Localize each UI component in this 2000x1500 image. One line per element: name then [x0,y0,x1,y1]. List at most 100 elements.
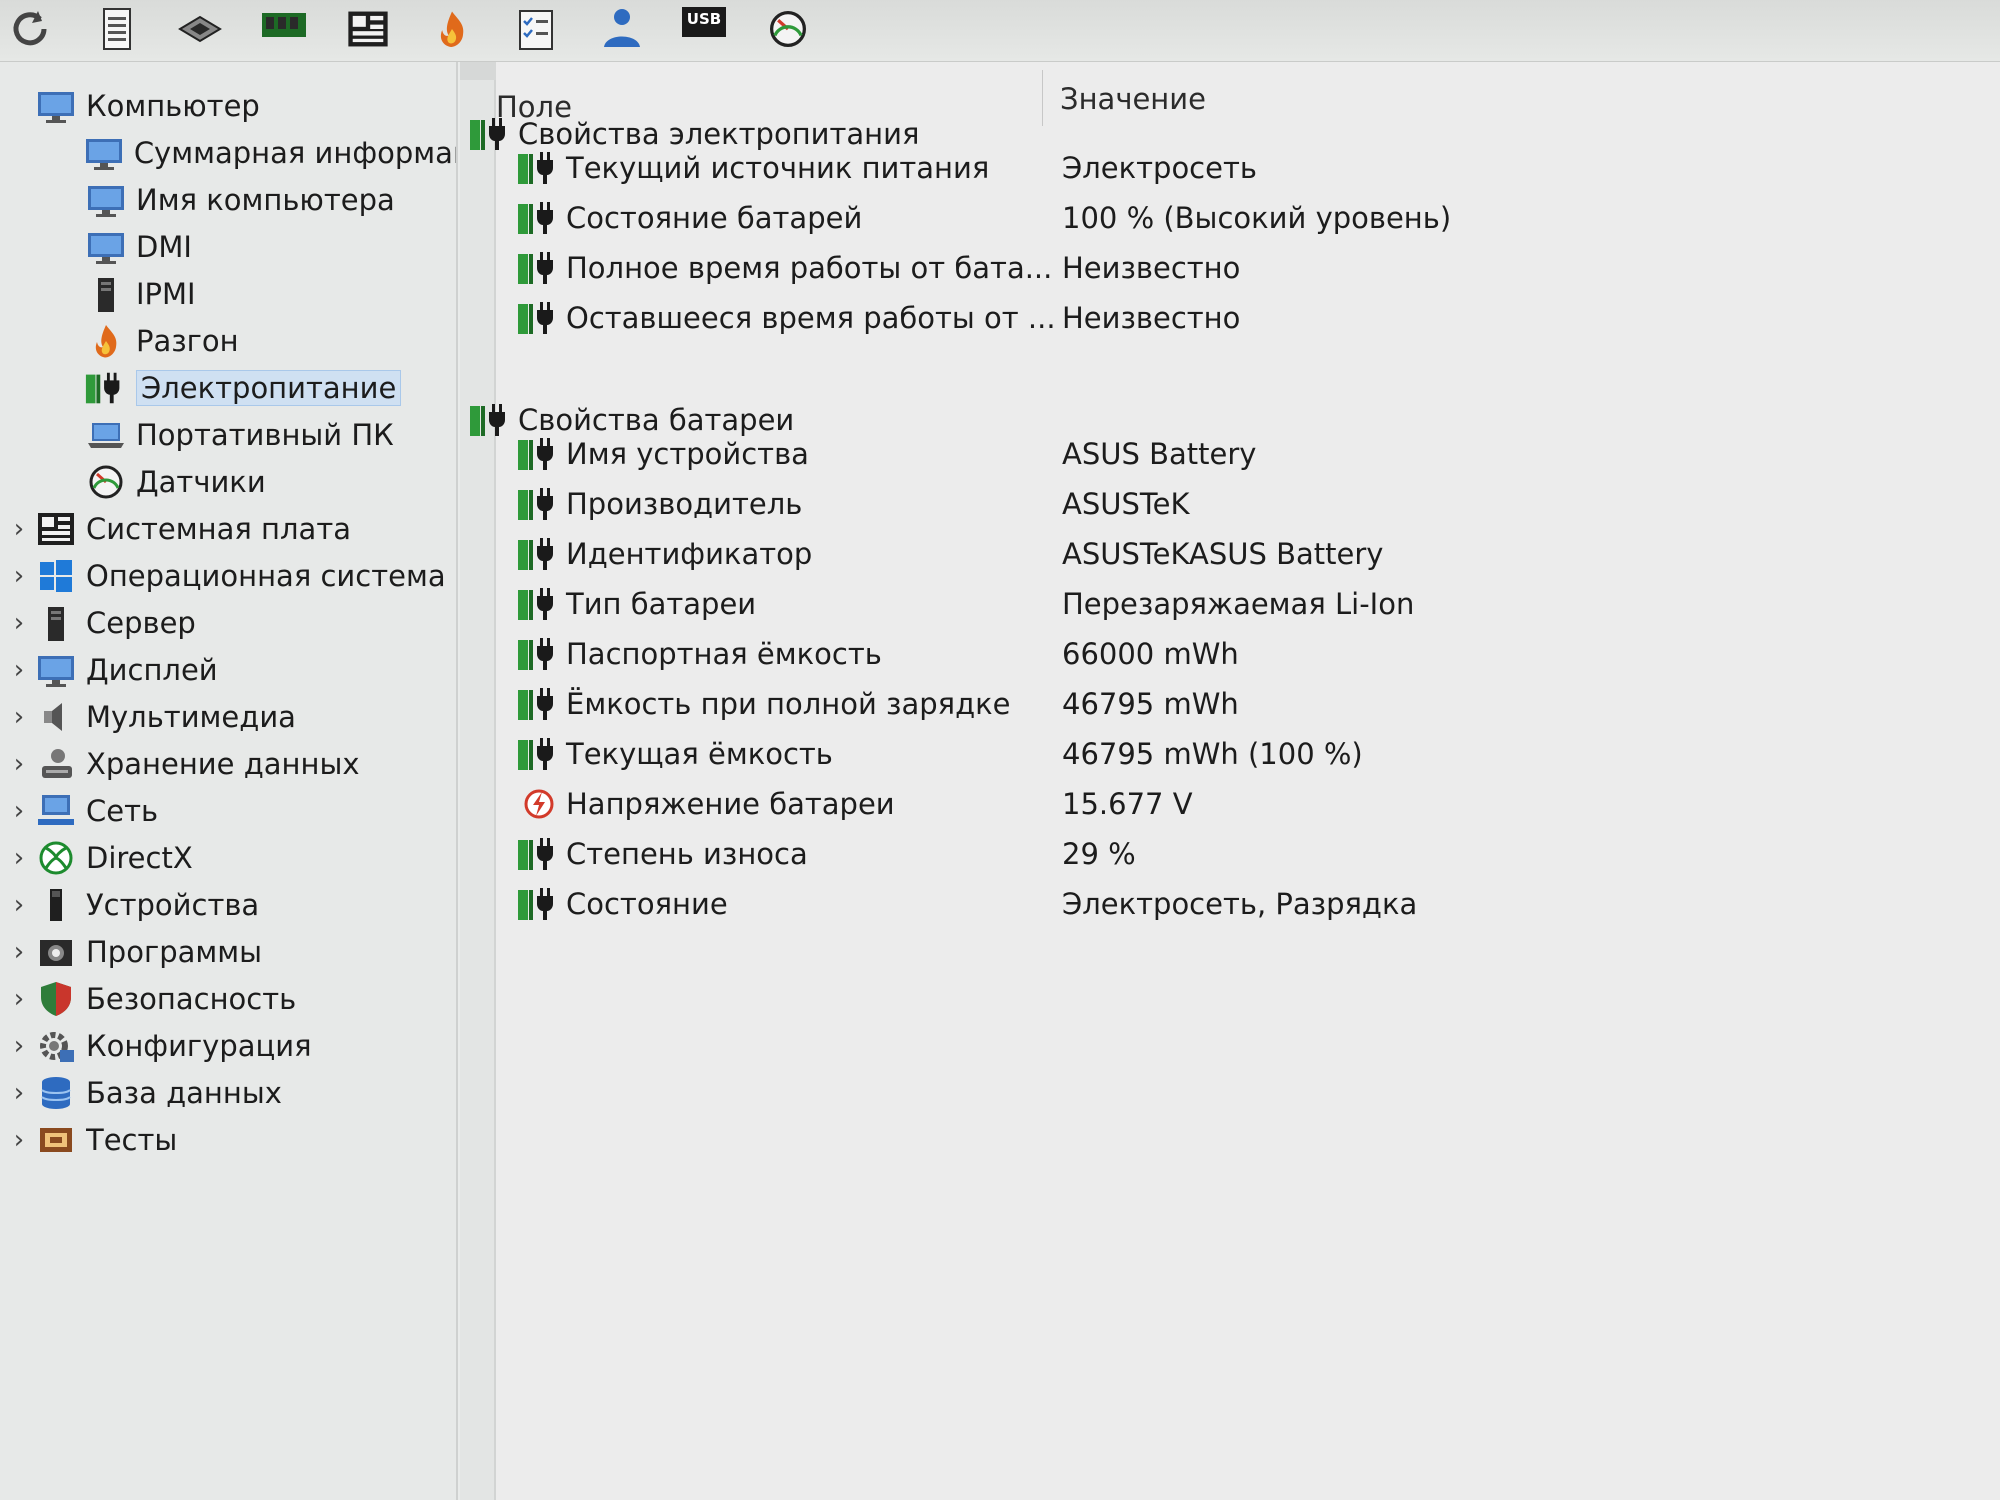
power-plug-icon [516,198,562,238]
property-field: Состояние батарей [516,194,862,242]
expand-chevron-icon[interactable]: › [8,1078,30,1108]
expand-chevron-icon[interactable]: › [8,561,30,591]
property-value: ASUSTeKASUS Battery [1062,537,1384,571]
toolbar-button-usb[interactable]: USB [676,6,732,55]
expand-chevron-icon[interactable]: › [8,655,30,685]
checklist-icon [512,7,560,55]
tree-item[interactable]: › Конфигурация [0,1022,456,1069]
tree-item[interactable]: › Тесты [0,1116,456,1163]
tree-item[interactable]: Компьютер [0,82,456,129]
property-row[interactable]: Ёмкость при полной зарядке 46795 mWh [496,680,1976,728]
tree-item[interactable]: Суммарная информаци [0,129,456,176]
expand-chevron-icon[interactable]: › [8,608,30,638]
toolbar-button-checklist[interactable] [508,7,564,55]
expand-chevron-icon[interactable]: › [8,796,30,826]
tree-item[interactable]: › Сервер [0,599,456,646]
toolbar-button-user[interactable] [592,7,648,55]
property-row[interactable]: Идентификатор ASUSTeKASUS Battery [496,530,1976,578]
toolbar-button-refresh[interactable] [4,7,60,55]
expand-chevron-icon[interactable]: › [8,514,30,544]
tree-item[interactable]: Электропитание [0,364,456,411]
tree-item[interactable]: Датчики [0,458,456,505]
tree-item-label: Безопасность [86,981,297,1016]
property-row[interactable]: Производитель ASUSTeK [496,480,1976,528]
property-field-label: Ёмкость при полной зарядке [566,687,1011,721]
expand-chevron-icon[interactable]: › [8,843,30,873]
column-separator[interactable] [1042,70,1043,126]
voltage-icon [516,784,562,824]
laptop-icon [84,415,128,455]
power-plug-icon [516,734,562,774]
usb-icon: USB [680,6,728,55]
tree-item[interactable]: › Устройства [0,881,456,928]
shield-icon [34,979,78,1019]
property-row[interactable]: Полное время работы от бата... Неизвестно [496,244,1976,292]
refresh-icon [8,7,56,55]
tree-item[interactable]: › Операционная система [0,552,456,599]
property-field: Текущая ёмкость [516,730,833,778]
tree-item[interactable]: › Хранение данных [0,740,456,787]
expand-chevron-icon[interactable]: › [8,749,30,779]
property-row[interactable]: Оставшееся время работы от ... Неизвестно [496,294,1976,342]
tree-item[interactable]: › База данных [0,1069,456,1116]
tree-item-label: Датчики [136,464,266,499]
tests-icon [34,1120,78,1160]
toolbar-button-motherboard[interactable] [340,7,396,55]
property-row[interactable]: Паспортная ёмкость 66000 mWh [496,630,1976,678]
expand-chevron-icon[interactable]: › [8,984,30,1014]
toolbar-button-report[interactable] [88,7,144,55]
property-field: Производитель [516,480,802,528]
tree-item-label: Разгон [136,323,239,358]
tree-item[interactable]: Имя компьютера [0,176,456,223]
property-value: 15.677 V [1062,787,1193,821]
tree-item[interactable]: › Программы [0,928,456,975]
property-row[interactable]: Состояние Электросеть, Разрядка [496,880,1976,928]
navigation-tree[interactable]: Компьютер Суммарная информаци Имя компьюте… [0,62,458,1500]
tree-item[interactable]: Разгон [0,317,456,364]
toolbar-button-flame[interactable] [424,7,480,55]
toolbar-button-chip[interactable] [172,7,228,55]
details-pane: Поле Значение Свойства электропитания Тек… [470,62,2000,1500]
power-plug-icon [84,368,128,408]
property-value: ASUSTeK [1062,487,1190,521]
expand-chevron-icon[interactable]: › [8,702,30,732]
property-value: Неизвестно [1062,301,1241,335]
property-row[interactable]: Состояние батарей 100 % (Высокий уровень) [496,194,1976,242]
splitter[interactable] [460,62,496,1500]
property-field-label: Текущая ёмкость [566,737,833,771]
tree-item[interactable]: Портативный ПК [0,411,456,458]
tree-item-label: Операционная система [86,558,446,593]
property-row[interactable]: Напряжение батареи 15.677 V [496,780,1976,828]
property-row[interactable]: Тип батареи Перезаряжаемая Li-Ion [496,580,1976,628]
monitor-icon [34,650,78,690]
toolbar-button-gauge[interactable] [760,7,816,55]
tree-item[interactable]: › Безопасность [0,975,456,1022]
expand-chevron-icon[interactable]: › [8,1031,30,1061]
expand-chevron-icon[interactable]: › [8,937,30,967]
property-row[interactable]: Текущая ёмкость 46795 mWh (100 %) [496,730,1976,778]
property-field-label: Текущий источник питания [566,151,990,185]
property-field-label: Степень износа [566,837,808,871]
tree-item[interactable]: › Мультимедиа [0,693,456,740]
property-row[interactable]: Имя устройства ASUS Battery [496,430,1976,478]
property-row[interactable]: Текущий источник питания Электросеть [496,144,1976,192]
toolbar-button-memory[interactable] [256,7,312,55]
tree-item[interactable]: › Сеть [0,787,456,834]
expand-chevron-icon[interactable]: › [8,890,30,920]
speaker-icon [34,697,78,737]
flame-icon [428,7,476,55]
column-header-value[interactable]: Значение [1060,82,1206,116]
property-row[interactable]: Степень износа 29 % [496,830,1976,878]
tree-item[interactable]: › Системная плата [0,505,456,552]
property-value: Перезаряжаемая Li-Ion [1062,587,1415,621]
tree-item[interactable]: › DirectX [0,834,456,881]
tree-item-label: Хранение данных [86,746,360,781]
tree-item[interactable]: DMI [0,223,456,270]
expand-chevron-icon[interactable]: › [8,1125,30,1155]
storage-user-icon [34,744,78,784]
tree-item[interactable]: IPMI [0,270,456,317]
tree-item-label: База данных [86,1075,282,1110]
tree-item[interactable]: › Дисплей [0,646,456,693]
network-icon [34,791,78,831]
